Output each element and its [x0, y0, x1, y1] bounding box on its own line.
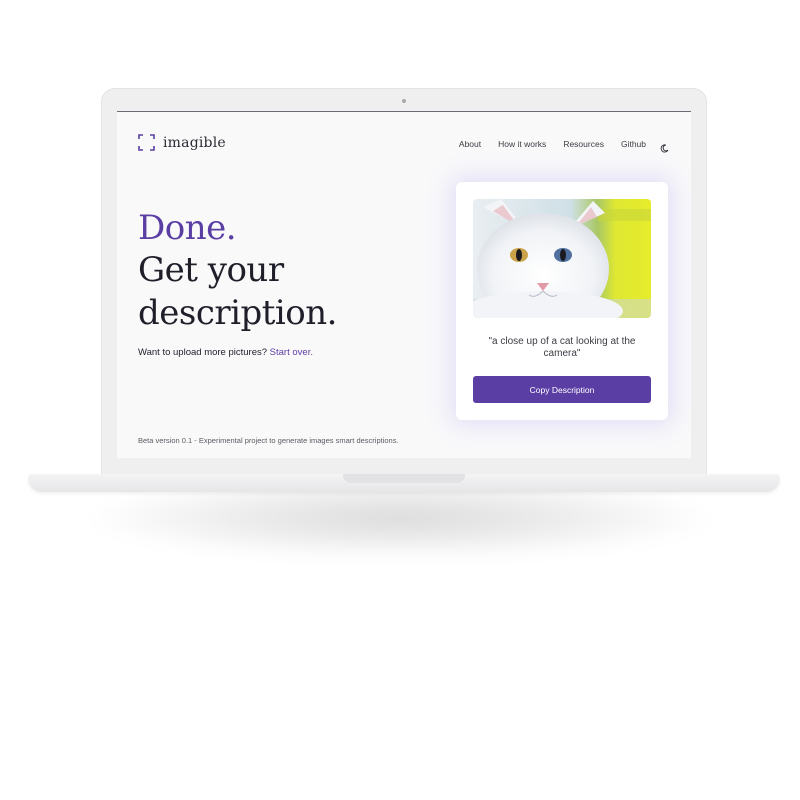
hero-heading-line3: description. — [138, 293, 337, 333]
brand-name: imagible — [163, 134, 226, 151]
hero-heading-line2: Get your — [138, 250, 284, 290]
laptop-notch — [343, 474, 465, 483]
nav-how-it-works[interactable]: How it works — [498, 139, 546, 149]
white-cat-photo — [473, 199, 651, 318]
upload-prompt-text: Want to upload more pictures? — [138, 347, 268, 358]
start-over-link[interactable]: Start over. — [270, 347, 313, 358]
description-caption: "a close up of a cat looking at the came… — [488, 336, 636, 359]
copy-description-button[interactable]: Copy Description — [473, 376, 651, 403]
hero-section: Done. Get your description. Want to uplo… — [138, 208, 388, 358]
laptop-screen: imagible About How it works Resources Gi… — [117, 111, 691, 458]
upload-prompt: Want to upload more pictures? Start over… — [138, 347, 388, 358]
brand-logo[interactable]: imagible — [138, 134, 226, 151]
top-nav: About How it works Resources Github — [442, 139, 669, 153]
beta-footer-note: Beta version 0.1 - Experimental project … — [138, 436, 399, 445]
nav-resources[interactable]: Resources — [563, 139, 604, 149]
webcam-dot — [402, 99, 406, 103]
nav-about[interactable]: About — [459, 139, 481, 149]
nav-github[interactable]: Github — [621, 139, 646, 149]
hero-done-heading: Done. — [138, 208, 237, 248]
moon-icon[interactable] — [660, 140, 669, 153]
result-card: "a close up of a cat looking at the came… — [456, 182, 668, 420]
viewfinder-icon — [138, 134, 155, 151]
